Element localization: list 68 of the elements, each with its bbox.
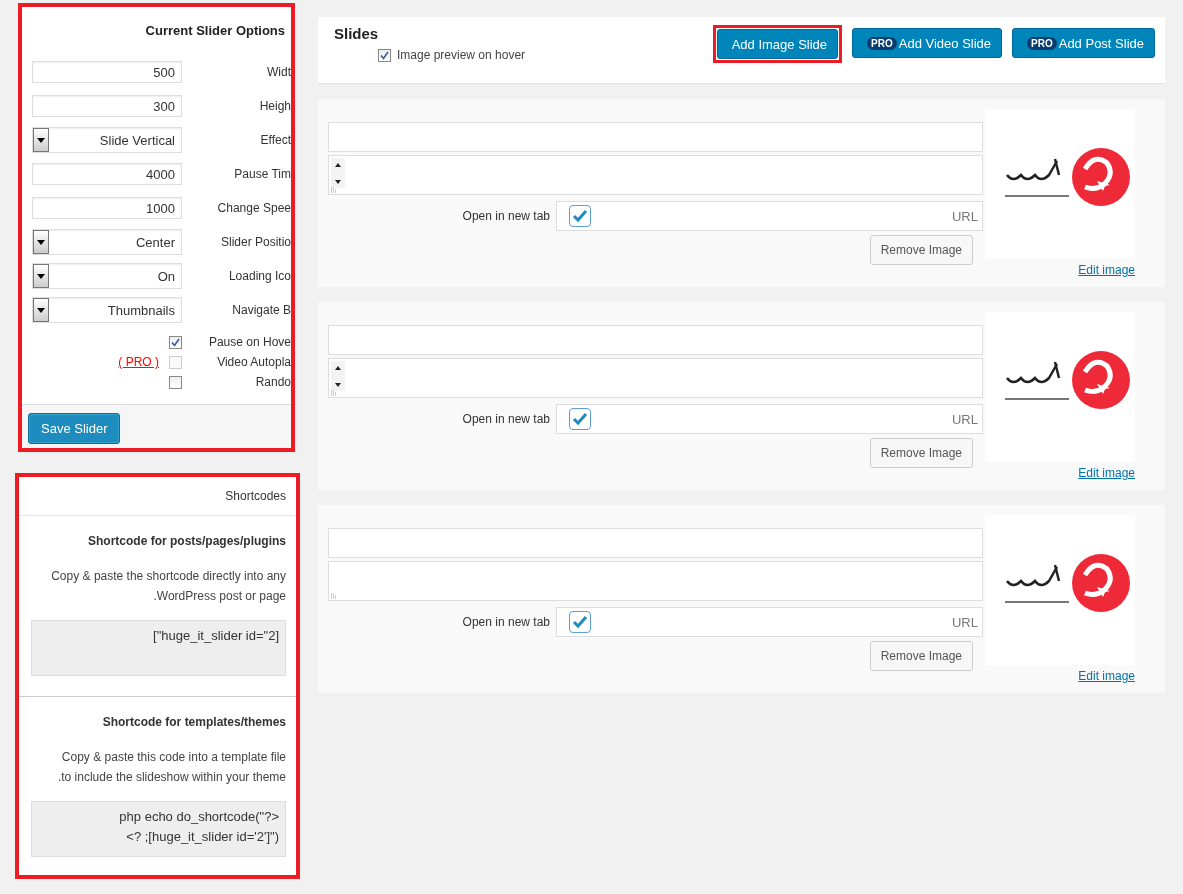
description-field[interactable]: [328, 155, 983, 195]
checkbox-label: Video Autopla: [216, 355, 291, 369]
scroll-arrows-icon[interactable]: [331, 361, 345, 391]
description-field[interactable]: [328, 561, 983, 601]
field-label: Loading Ico: [227, 269, 291, 283]
save-button[interactable]: Save Slider: [28, 413, 121, 444]
checkbox[interactable]: [169, 375, 182, 389]
remove-image-button[interactable]: Remove Image: [869, 641, 973, 671]
select-field[interactable]: Slide Vertical: [32, 127, 182, 153]
section-title: Slides: [334, 25, 380, 42]
field-label: Pause Tim: [233, 167, 291, 181]
dropdown-caret-icon[interactable]: [33, 230, 49, 254]
field-label: Open in new tab: [461, 209, 550, 223]
field-label: Open in new tab: [461, 615, 550, 629]
checkbox-label: Image preview on hover: [397, 48, 526, 62]
field-label: Effect: [259, 133, 291, 147]
pro-badge: PRO: [867, 36, 897, 50]
section-heading: Shortcode for templates/themes: [101, 714, 286, 729]
url-field[interactable]: URL: [556, 607, 983, 637]
add-slide-button[interactable]: Add Image Slide: [716, 29, 839, 59]
field-label: Open in new tab: [461, 412, 550, 426]
checkbox[interactable]: [378, 48, 391, 62]
resize-grip-icon[interactable]: [331, 593, 337, 599]
select-field[interactable]: Center: [32, 229, 182, 255]
edit-image-link[interactable]: Edit image: [1078, 466, 1135, 480]
select-field[interactable]: Thumbnails: [32, 297, 182, 323]
url-field[interactable]: URL: [556, 404, 983, 434]
input-field[interactable]: 4000: [32, 163, 182, 185]
input-field[interactable]: 500: [32, 61, 182, 83]
scroll-arrows-icon[interactable]: [331, 158, 345, 188]
dropdown-caret-icon[interactable]: [33, 298, 49, 322]
input-field[interactable]: 300: [32, 95, 182, 117]
code-box[interactable]: php echo do_shortcode("?> <? ;[huge_it_slider id='2']"): [31, 801, 286, 857]
input-field[interactable]: 1000: [32, 197, 182, 219]
code-box[interactable]: ["huge_it_slider id="2]: [31, 620, 286, 676]
add-slide-button[interactable]: PRO Add Video Slide: [852, 28, 1003, 58]
edit-image-link[interactable]: Edit image: [1078, 263, 1135, 277]
panel-title: Shortcodes: [19, 477, 296, 516]
field-label: Navigate B: [231, 303, 291, 317]
select-field[interactable]: On: [32, 263, 182, 289]
edit-image-link[interactable]: Edit image: [1078, 669, 1135, 683]
checkbox[interactable]: [569, 611, 591, 633]
description-field[interactable]: [328, 358, 983, 398]
url-field[interactable]: URL: [556, 201, 983, 231]
panel-title: Current Slider Options: [144, 22, 286, 40]
field-label: Heigh: [258, 99, 291, 113]
field-label: Slider Positio: [219, 235, 291, 249]
pro-badge: PRO: [1027, 36, 1057, 50]
description-text: Copy & paste this code into a template file .to include the slideshow within your theme: [56, 749, 286, 786]
checkbox-label: Pause on Hove: [207, 335, 291, 349]
checkbox-label: Rando: [254, 375, 291, 389]
dropdown-caret-icon[interactable]: [33, 264, 49, 288]
title-field[interactable]: [328, 122, 983, 152]
dropdown-caret-icon[interactable]: [33, 128, 49, 152]
remove-image-button[interactable]: Remove Image: [869, 235, 973, 265]
remove-image-button[interactable]: Remove Image: [869, 438, 973, 468]
title-field[interactable]: [328, 325, 983, 355]
checkbox[interactable]: [569, 408, 591, 430]
field-label: Widt: [266, 65, 291, 79]
resize-grip-icon[interactable]: [331, 187, 337, 193]
title-field[interactable]: [328, 528, 983, 558]
field-label: Change Spee: [216, 201, 291, 215]
checkbox[interactable]: [569, 205, 591, 227]
resize-grip-icon[interactable]: [331, 390, 337, 396]
section-heading: Shortcode for posts/pages/plugins: [86, 533, 286, 548]
add-slide-button[interactable]: PRO Add Post Slide: [1012, 28, 1155, 58]
checkbox[interactable]: [169, 335, 182, 349]
description-text: Copy & paste the shortcode directly into any .WordPress post or page: [50, 568, 286, 605]
